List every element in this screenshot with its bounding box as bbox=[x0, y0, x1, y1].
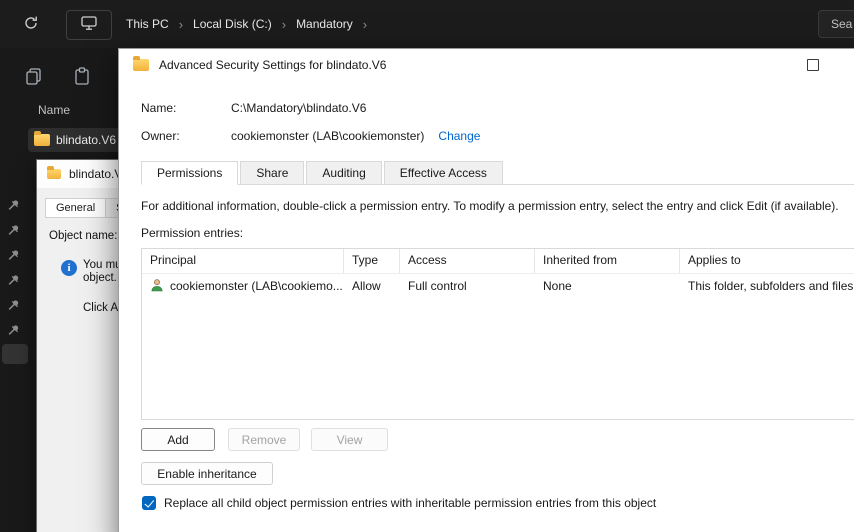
search-box-text: Sea bbox=[831, 17, 853, 31]
breadcrumb-mandatory[interactable]: Mandatory bbox=[288, 17, 361, 31]
address-location-button[interactable] bbox=[66, 10, 112, 40]
breadcrumb-local-disk-c[interactable]: Local Disk (C:) bbox=[185, 17, 280, 31]
column-header-type[interactable]: Type bbox=[344, 249, 400, 273]
tab-auditing[interactable]: Auditing bbox=[306, 161, 382, 185]
search-box[interactable]: Sea bbox=[818, 10, 854, 38]
view-button[interactable]: View bbox=[311, 428, 388, 451]
file-row-blindato[interactable]: blindato.V6 bbox=[28, 128, 118, 152]
permission-entries-label: Permission entries: bbox=[141, 226, 244, 240]
replace-permissions-checkbox-row[interactable]: Replace all child object permission entr… bbox=[142, 496, 656, 510]
rail-selected-item[interactable] bbox=[2, 344, 28, 364]
pin-icon[interactable] bbox=[7, 323, 21, 337]
chevron-right-icon: › bbox=[362, 16, 368, 32]
properties-dialog-title: blindato.V bbox=[69, 167, 123, 181]
security-tabs: Permissions Share Auditing Effective Acc… bbox=[141, 161, 854, 185]
advanced-security-dialog: Advanced Security Settings for blindato.… bbox=[118, 48, 854, 532]
chevron-right-icon: › bbox=[281, 16, 287, 32]
owner-value: cookiemonster (LAB\cookiemonster) bbox=[231, 129, 425, 143]
column-header-principal[interactable]: Principal bbox=[142, 249, 344, 273]
remove-button[interactable]: Remove bbox=[228, 428, 300, 451]
tab-effective-access[interactable]: Effective Access bbox=[383, 161, 503, 185]
name-value: C:\Mandatory\blindato.V6 bbox=[231, 101, 367, 115]
cell-inherited-from: None bbox=[543, 279, 572, 293]
info-icon bbox=[61, 260, 77, 276]
maximize-button[interactable] bbox=[790, 49, 836, 81]
breadcrumb: This PC › Local Disk (C:) › Mandatory › bbox=[118, 10, 369, 38]
pin-icon[interactable] bbox=[7, 198, 21, 212]
refresh-button[interactable] bbox=[20, 14, 42, 36]
folder-icon bbox=[133, 56, 149, 71]
column-header-name[interactable]: Name bbox=[38, 103, 70, 117]
column-header-applies-to[interactable]: Applies to bbox=[680, 249, 854, 273]
dialog-title: Advanced Security Settings for blindato.… bbox=[159, 58, 387, 72]
maximize-icon bbox=[807, 59, 819, 71]
copy-icon[interactable] bbox=[24, 66, 44, 86]
chevron-right-icon: › bbox=[178, 16, 184, 32]
checkbox-checked-icon[interactable] bbox=[142, 496, 156, 510]
add-button[interactable]: Add bbox=[141, 428, 215, 451]
folder-icon bbox=[34, 131, 50, 146]
owner-field-row: Owner: cookiemonster (LAB\cookiemonster)… bbox=[141, 129, 480, 143]
cell-principal: cookiemonster (LAB\cookiemo... bbox=[170, 279, 343, 293]
user-icon bbox=[150, 278, 164, 295]
file-name-label: blindato.V6 bbox=[56, 133, 117, 147]
name-label: Name: bbox=[141, 101, 177, 115]
pin-icon[interactable] bbox=[7, 273, 21, 287]
cell-access: Full control bbox=[408, 279, 467, 293]
refresh-icon bbox=[23, 15, 39, 36]
column-header-inherited-from[interactable]: Inherited from bbox=[535, 249, 680, 273]
table-row[interactable]: cookiemonster (LAB\cookiemo... Allow Ful… bbox=[142, 274, 854, 298]
change-owner-link[interactable]: Change bbox=[438, 129, 480, 143]
cell-type: Allow bbox=[352, 279, 381, 293]
explorer-toolbar: This PC › Local Disk (C:) › Mandatory › … bbox=[0, 0, 854, 48]
enable-inheritance-button[interactable]: Enable inheritance bbox=[141, 462, 273, 485]
checkbox-label: Replace all child object permission entr… bbox=[164, 496, 657, 510]
folder-icon bbox=[47, 166, 61, 179]
cell-applies-to: This folder, subfolders and files bbox=[688, 279, 854, 293]
name-field-row: Name: C:\Mandatory\blindato.V6 bbox=[141, 101, 366, 115]
dialog-titlebar: Advanced Security Settings for blindato.… bbox=[119, 49, 854, 81]
tab-permissions[interactable]: Permissions bbox=[141, 161, 239, 185]
instruction-text: For additional information, double-click… bbox=[141, 199, 839, 213]
pin-icon[interactable] bbox=[7, 298, 21, 312]
screen: This PC › Local Disk (C:) › Mandatory › … bbox=[0, 0, 854, 532]
column-header-access[interactable]: Access bbox=[400, 249, 535, 273]
paste-icon[interactable] bbox=[72, 66, 92, 86]
this-pc-monitor-icon bbox=[80, 15, 98, 36]
permission-entries-table: Principal Type Access Inherited from App… bbox=[141, 248, 854, 420]
breadcrumb-this-pc[interactable]: This PC bbox=[118, 17, 177, 31]
pin-icon[interactable] bbox=[7, 248, 21, 262]
pin-icon[interactable] bbox=[7, 223, 21, 237]
owner-label: Owner: bbox=[141, 129, 180, 143]
table-header-row: Principal Type Access Inherited from App… bbox=[142, 249, 854, 274]
tab-general[interactable]: General bbox=[45, 198, 107, 218]
object-name-label: Object name: bbox=[49, 230, 118, 242]
tab-share[interactable]: Share bbox=[240, 161, 305, 185]
